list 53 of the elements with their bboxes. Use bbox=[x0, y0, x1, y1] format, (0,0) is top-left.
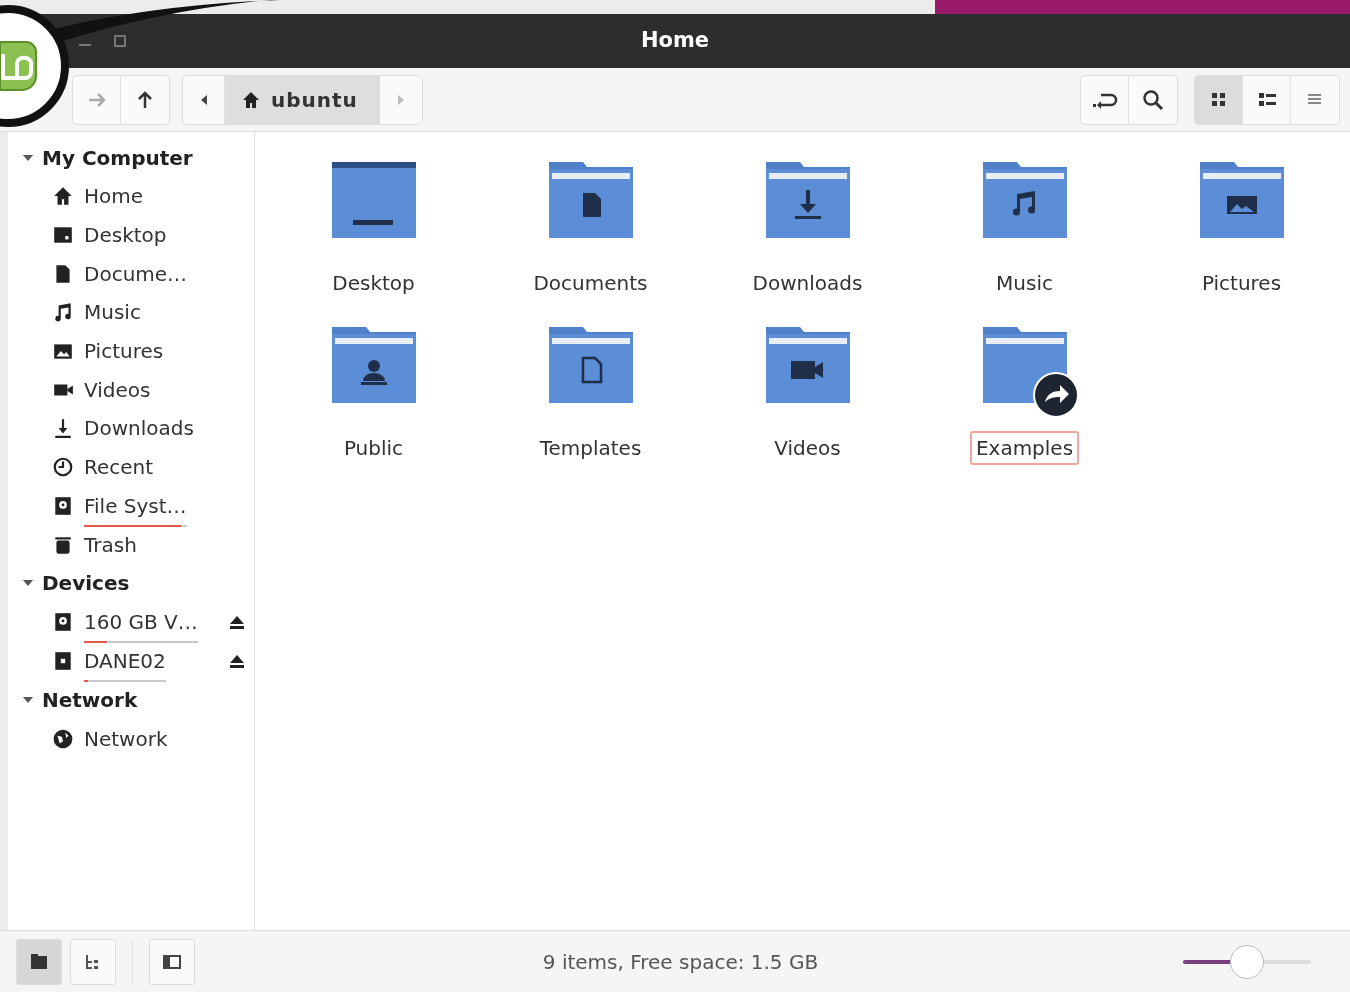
file-name: Videos bbox=[773, 435, 842, 462]
path-button[interactable]: ubuntu bbox=[225, 75, 380, 124]
home-icon bbox=[52, 185, 74, 208]
sidebar-item[interactable]: Trash bbox=[22, 525, 254, 564]
sidebar-item[interactable]: Desktop bbox=[22, 215, 254, 255]
music-folder-icon[interactable] bbox=[981, 160, 1068, 240]
file-name: Examples bbox=[969, 431, 1080, 465]
slider-thumb[interactable] bbox=[1230, 944, 1264, 979]
sidebar-item[interactable]: DANE02 bbox=[22, 641, 254, 681]
desktop-folder-icon[interactable] bbox=[330, 160, 417, 240]
sidebar-item[interactable]: Music bbox=[22, 293, 254, 332]
public-folder-icon[interactable] bbox=[330, 325, 417, 405]
section-heading: Network bbox=[42, 686, 138, 714]
globe-icon bbox=[52, 727, 74, 750]
status-text: 9 items, Free space: 1.5 GB bbox=[541, 948, 820, 976]
sidebar-item[interactable]: Docume… bbox=[22, 254, 254, 294]
documents-folder-icon[interactable] bbox=[547, 160, 634, 240]
file-name: Desktop bbox=[331, 270, 416, 297]
scroll-right-icon bbox=[395, 93, 406, 106]
window-title: Home bbox=[640, 28, 710, 53]
section-heading: Devices bbox=[42, 570, 130, 598]
home-icon bbox=[241, 89, 261, 110]
templates-folder-icon[interactable] bbox=[547, 325, 634, 405]
drive-icon bbox=[52, 494, 74, 517]
drive-icon bbox=[52, 649, 74, 672]
sidebar-item[interactable]: File Syst… bbox=[22, 486, 254, 526]
clock-icon bbox=[52, 456, 74, 479]
sidebar-item[interactable]: Home bbox=[22, 177, 254, 216]
file-name: Documents bbox=[532, 270, 649, 297]
sidebar-item[interactable]: Downloads bbox=[22, 409, 254, 448]
tree-pane-button[interactable] bbox=[70, 938, 116, 985]
icon-view-button[interactable] bbox=[1195, 75, 1243, 124]
file-name: Music bbox=[995, 270, 1054, 297]
sidebar-item[interactable]: Videos bbox=[22, 370, 254, 410]
pictures-folder-icon[interactable] bbox=[1198, 160, 1285, 240]
file-name: Pictures bbox=[1200, 270, 1283, 297]
music-note-icon bbox=[52, 301, 74, 324]
places-pane-button[interactable] bbox=[16, 938, 62, 985]
section-heading: My Computer bbox=[42, 144, 193, 172]
search-icon bbox=[1141, 87, 1165, 112]
videos-folder-icon[interactable] bbox=[764, 325, 851, 405]
download-icon bbox=[52, 417, 74, 440]
sidebar-item[interactable]: 160 GB V… bbox=[22, 602, 254, 642]
drive-icon bbox=[52, 611, 74, 634]
sidebar-item[interactable]: Network bbox=[22, 719, 254, 758]
downloads-folder-icon[interactable] bbox=[764, 160, 851, 240]
maximize-icon[interactable] bbox=[113, 34, 127, 48]
toggle-sidebar-button[interactable] bbox=[149, 938, 195, 985]
file-name: Templates bbox=[538, 435, 643, 462]
file-name: Downloads bbox=[751, 270, 864, 297]
sidebar-item[interactable]: Pictures bbox=[22, 331, 254, 371]
sidebar-item[interactable]: Recent bbox=[22, 447, 254, 487]
file-name: Public bbox=[342, 435, 405, 462]
